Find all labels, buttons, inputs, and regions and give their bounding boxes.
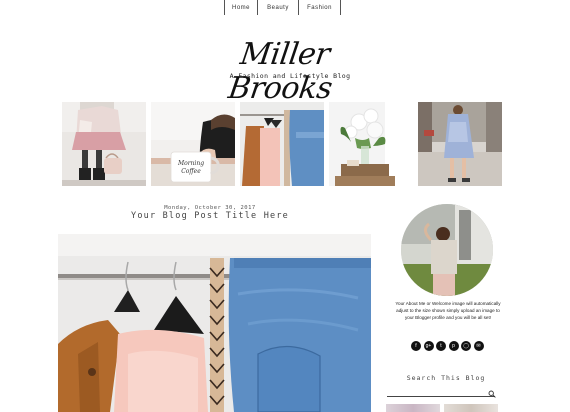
sidebar-thumbnails bbox=[386, 404, 498, 412]
search-input[interactable] bbox=[387, 386, 495, 397]
instagram-icon[interactable]: ◯ bbox=[461, 341, 471, 351]
search-icon[interactable] bbox=[488, 390, 496, 398]
featured-photo-strip: Morning Coffee bbox=[62, 102, 502, 186]
mug-text-line1: Morning bbox=[177, 160, 204, 167]
sidebar-thumbnail[interactable] bbox=[444, 404, 498, 412]
featured-photo-3[interactable] bbox=[240, 102, 324, 186]
nav-item-beauty[interactable]: Beauty bbox=[257, 0, 298, 15]
site-tagline: A Fashion and Lifestyle Blog bbox=[229, 72, 351, 80]
featured-photo-4[interactable] bbox=[329, 102, 413, 186]
mug-text-line2: Coffee bbox=[181, 168, 201, 175]
top-nav: Home Beauty Fashion bbox=[224, 0, 341, 15]
social-icons: f g+ t p ◯ ✉ bbox=[411, 341, 484, 351]
twitter-icon[interactable]: t bbox=[436, 341, 446, 351]
facebook-icon[interactable]: f bbox=[411, 341, 421, 351]
post-title[interactable]: Your Blog Post Title Here bbox=[120, 211, 300, 221]
pinterest-icon[interactable]: p bbox=[448, 341, 459, 351]
about-me-photo bbox=[401, 204, 493, 296]
search-widget-title: Search This Blog bbox=[406, 374, 486, 382]
nav-item-fashion[interactable]: Fashion bbox=[298, 0, 341, 15]
sidebar-thumbnail[interactable] bbox=[386, 404, 440, 412]
featured-photo-5[interactable] bbox=[418, 102, 502, 186]
email-icon[interactable]: ✉ bbox=[473, 341, 484, 351]
nav-item-home[interactable]: Home bbox=[224, 0, 257, 15]
featured-photo-2[interactable]: Morning Coffee bbox=[151, 102, 235, 186]
about-me-text: Your About Me or Welcome image will auto… bbox=[395, 301, 501, 320]
google-plus-icon[interactable]: g+ bbox=[423, 341, 434, 351]
post-hero-image[interactable] bbox=[58, 234, 371, 412]
featured-photo-1[interactable] bbox=[62, 102, 146, 186]
